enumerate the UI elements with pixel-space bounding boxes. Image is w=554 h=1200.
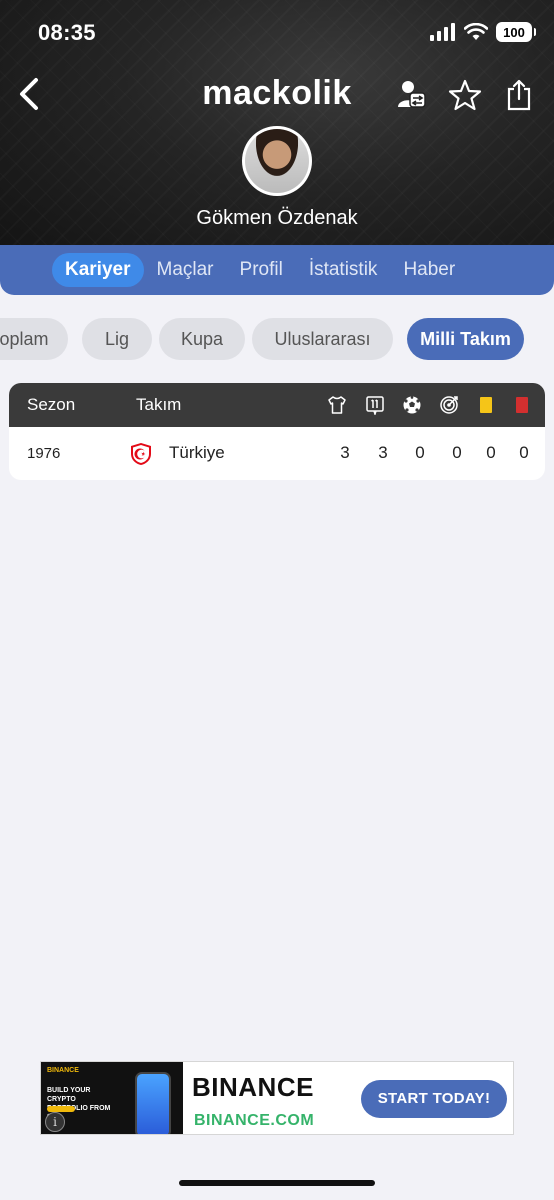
row-season: 1976 — [27, 445, 61, 462]
row-stat-starts: 3 — [378, 443, 388, 462]
status-bar: 08:35 100 — [0, 0, 554, 66]
tab-haber[interactable]: Haber — [390, 253, 468, 287]
filter-toplam[interactable]: oplam — [0, 318, 68, 360]
lineup-11-icon — [364, 394, 386, 416]
row-stat-goals: 0 — [415, 443, 425, 462]
yellow-card-icon — [475, 394, 497, 416]
row-stat-assists: 0 — [452, 443, 462, 462]
filter-uluslararasi[interactable]: Uluslararası — [252, 318, 393, 360]
ad-creative: BINANCE BUILD YOUR CRYPTO PORTFOLIO FROM… — [41, 1062, 183, 1134]
ad-content: BINANCE BINANCE.COM START TODAY! — [183, 1062, 513, 1134]
player-compare-button[interactable] — [392, 76, 430, 114]
share-button[interactable] — [500, 76, 538, 114]
jersey-icon — [326, 394, 348, 416]
favorite-button[interactable] — [446, 76, 484, 114]
wifi-icon — [464, 23, 488, 40]
status-icons: 100 — [430, 22, 536, 42]
red-card-icon — [511, 394, 533, 416]
status-time: 08:35 — [38, 20, 96, 45]
ball-icon — [401, 394, 423, 416]
ad-small-brand: BINANCE — [47, 1067, 79, 1074]
ad-banner[interactable]: BINANCE BUILD YOUR CRYPTO PORTFOLIO FROM… — [40, 1061, 514, 1135]
home-indicator[interactable] — [179, 1180, 375, 1186]
info-icon[interactable]: i — [45, 1112, 65, 1132]
table-row[interactable]: 1976 Türkiye 3 3 0 0 0 0 — [9, 427, 545, 480]
ad-brand: BINANCE — [192, 1072, 314, 1102]
competition-filter: oplam Lig Kupa Uluslararası Milli Takım — [0, 318, 554, 360]
target-assist-icon — [438, 394, 460, 416]
battery-icon: 100 — [496, 22, 536, 42]
row-team: Türkiye — [169, 443, 225, 462]
ad-mini-cta — [47, 1106, 75, 1112]
header-team: Takım — [136, 395, 182, 414]
player-compare-icon — [398, 81, 426, 108]
filter-milli-takim[interactable]: Milli Takım — [407, 318, 524, 360]
tab-profil[interactable]: Profil — [227, 253, 296, 287]
share-icon — [507, 79, 531, 111]
tab-bar: Kariyer Maçlar Profil İstatistik Haber — [0, 245, 554, 295]
ad-cta-button[interactable]: START TODAY! — [361, 1080, 507, 1118]
player-photo — [245, 129, 309, 193]
ad-url: BINANCE.COM — [194, 1112, 315, 1129]
filter-kupa[interactable]: Kupa — [159, 318, 245, 360]
signal-icon — [430, 23, 455, 41]
tab-kariyer[interactable]: Kariyer — [52, 253, 144, 287]
table-header: Sezon Takım — [9, 383, 545, 427]
ad-phone-image — [135, 1072, 171, 1134]
star-icon — [448, 79, 482, 111]
player-avatar — [242, 126, 312, 196]
career-table: Sezon Takım 1976 Türkiye 3 3 0 0 0 0 — [9, 383, 545, 480]
row-stat-appearances: 3 — [340, 443, 350, 462]
row-stat-yellow-cards: 0 — [486, 443, 496, 462]
header-season: Sezon — [27, 395, 76, 414]
tab-istatistik[interactable]: İstatistik — [296, 253, 391, 287]
tab-maclar[interactable]: Maçlar — [144, 253, 227, 287]
filter-lig[interactable]: Lig — [82, 318, 152, 360]
header-actions — [392, 76, 538, 114]
row-stat-red-cards: 0 — [519, 443, 529, 462]
turkey-federation-logo-icon — [131, 443, 151, 465]
player-name: Gökmen Özdenak — [196, 207, 358, 229]
